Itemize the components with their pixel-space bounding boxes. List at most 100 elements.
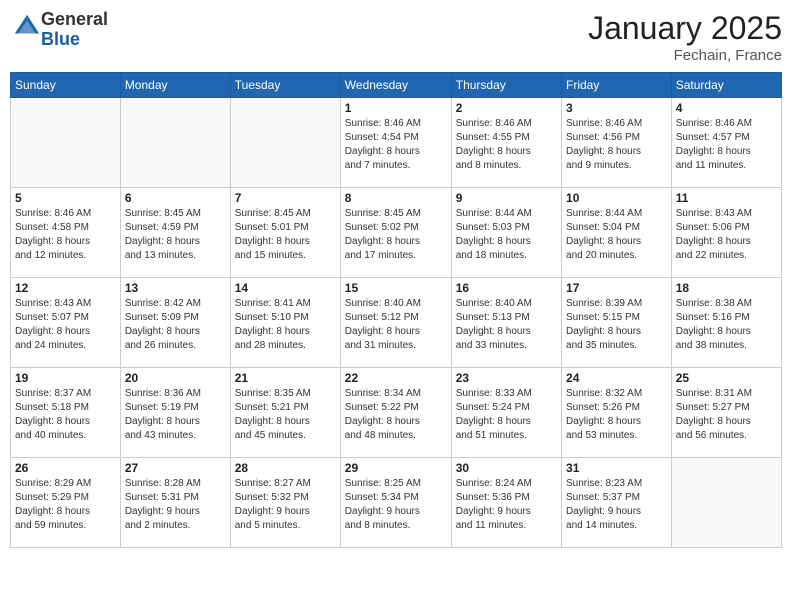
- day-cell: 8 Sunrise: 8:45 AM Sunset: 5:02 PM Daylig…: [340, 188, 451, 278]
- week-row-3: 12Sunrise: 8:43 AM Sunset: 5:07 PM Dayli…: [11, 278, 782, 368]
- day-number: 9: [456, 191, 557, 205]
- location-title: Fechain, France: [588, 47, 782, 64]
- day-info: Sunrise: 8:34 AM Sunset: 5:22 PM Dayligh…: [345, 387, 447, 443]
- day-info: Sunrise: 8:46 AM Sunset: 4:57 PM Dayligh…: [676, 117, 777, 173]
- day-cell: 6 Sunrise: 8:45 AM Sunset: 4:59 PM Daylig…: [120, 188, 230, 278]
- day-cell: 12Sunrise: 8:43 AM Sunset: 5:07 PM Dayli…: [11, 278, 121, 368]
- logo: General Blue: [10, 10, 108, 50]
- day-cell: 1 Sunrise: 8:46 AM Sunset: 4:54 PM Daylig…: [340, 98, 451, 188]
- day-number: 20: [125, 371, 226, 385]
- day-number: 31: [566, 461, 667, 475]
- day-number: 30: [456, 461, 557, 475]
- day-number: 26: [15, 461, 116, 475]
- day-info: Sunrise: 8:44 AM Sunset: 5:03 PM Dayligh…: [456, 207, 557, 263]
- day-number: 8: [345, 191, 447, 205]
- logo-icon: [13, 13, 41, 41]
- day-info: Sunrise: 8:40 AM Sunset: 5:13 PM Dayligh…: [456, 297, 557, 353]
- day-info: Sunrise: 8:36 AM Sunset: 5:19 PM Dayligh…: [125, 387, 226, 443]
- day-info: Sunrise: 8:25 AM Sunset: 5:34 PM Dayligh…: [345, 477, 447, 533]
- day-info: Sunrise: 8:27 AM Sunset: 5:32 PM Dayligh…: [235, 477, 336, 533]
- day-cell: [230, 98, 340, 188]
- day-number: 19: [15, 371, 116, 385]
- day-cell: 13 Sunrise: 8:42 AM Sunset: 5:09 PM Dayli…: [120, 278, 230, 368]
- day-info: Sunrise: 8:46 AM Sunset: 4:54 PM Dayligh…: [345, 117, 447, 173]
- weekday-thursday: Thursday: [451, 73, 561, 98]
- day-info: Sunrise: 8:43 AM Sunset: 5:06 PM Dayligh…: [676, 207, 777, 263]
- weekday-monday: Monday: [120, 73, 230, 98]
- logo-blue-text: Blue: [41, 29, 80, 49]
- day-cell: 29Sunrise: 8:25 AM Sunset: 5:34 PM Dayli…: [340, 458, 451, 548]
- day-cell: 2 Sunrise: 8:46 AM Sunset: 4:55 PM Daylig…: [451, 98, 561, 188]
- day-number: 11: [676, 191, 777, 205]
- weekday-saturday: Saturday: [671, 73, 781, 98]
- day-info: Sunrise: 8:39 AM Sunset: 5:15 PM Dayligh…: [566, 297, 667, 353]
- day-info: Sunrise: 8:45 AM Sunset: 5:02 PM Dayligh…: [345, 207, 447, 263]
- day-info: Sunrise: 8:46 AM Sunset: 4:56 PM Dayligh…: [566, 117, 667, 173]
- day-number: 23: [456, 371, 557, 385]
- day-cell: 10 Sunrise: 8:44 AM Sunset: 5:04 PM Dayli…: [562, 188, 672, 278]
- day-info: Sunrise: 8:31 AM Sunset: 5:27 PM Dayligh…: [676, 387, 777, 443]
- day-cell: 19 Sunrise: 8:37 AM Sunset: 5:18 PM Dayli…: [11, 368, 121, 458]
- day-number: 6: [125, 191, 226, 205]
- day-number: 5: [15, 191, 116, 205]
- weekday-header-row: SundayMondayTuesdayWednesdayThursdayFrid…: [11, 73, 782, 98]
- day-info: Sunrise: 8:45 AM Sunset: 5:01 PM Dayligh…: [235, 207, 336, 263]
- day-number: 13: [125, 281, 226, 295]
- day-number: 3: [566, 101, 667, 115]
- day-cell: 14Sunrise: 8:41 AM Sunset: 5:10 PM Dayli…: [230, 278, 340, 368]
- week-row-1: 1 Sunrise: 8:46 AM Sunset: 4:54 PM Daylig…: [11, 98, 782, 188]
- day-info: Sunrise: 8:32 AM Sunset: 5:26 PM Dayligh…: [566, 387, 667, 443]
- day-number: 28: [235, 461, 336, 475]
- day-number: 7: [235, 191, 336, 205]
- day-cell: 24Sunrise: 8:32 AM Sunset: 5:26 PM Dayli…: [562, 368, 672, 458]
- day-cell: 17 Sunrise: 8:39 AM Sunset: 5:15 PM Dayli…: [562, 278, 672, 368]
- week-row-2: 5 Sunrise: 8:46 AM Sunset: 4:58 PM Daylig…: [11, 188, 782, 278]
- month-title: January 2025: [588, 10, 782, 47]
- day-cell: 5 Sunrise: 8:46 AM Sunset: 4:58 PM Daylig…: [11, 188, 121, 278]
- day-cell: 3 Sunrise: 8:46 AM Sunset: 4:56 PM Daylig…: [562, 98, 672, 188]
- day-cell: [120, 98, 230, 188]
- day-number: 18: [676, 281, 777, 295]
- day-number: 15: [345, 281, 447, 295]
- day-info: Sunrise: 8:41 AM Sunset: 5:10 PM Dayligh…: [235, 297, 336, 353]
- day-cell: 25 Sunrise: 8:31 AM Sunset: 5:27 PM Dayli…: [671, 368, 781, 458]
- page: General Blue January 2025 Fechain, Franc…: [0, 0, 792, 612]
- weekday-tuesday: Tuesday: [230, 73, 340, 98]
- day-number: 16: [456, 281, 557, 295]
- day-cell: 9 Sunrise: 8:44 AM Sunset: 5:03 PM Daylig…: [451, 188, 561, 278]
- day-cell: 11 Sunrise: 8:43 AM Sunset: 5:06 PM Dayli…: [671, 188, 781, 278]
- day-number: 17: [566, 281, 667, 295]
- day-info: Sunrise: 8:42 AM Sunset: 5:09 PM Dayligh…: [125, 297, 226, 353]
- day-cell: 21Sunrise: 8:35 AM Sunset: 5:21 PM Dayli…: [230, 368, 340, 458]
- day-number: 4: [676, 101, 777, 115]
- day-info: Sunrise: 8:45 AM Sunset: 4:59 PM Dayligh…: [125, 207, 226, 263]
- day-cell: 31 Sunrise: 8:23 AM Sunset: 5:37 PM Dayli…: [562, 458, 672, 548]
- calendar-table: SundayMondayTuesdayWednesdayThursdayFrid…: [10, 72, 782, 548]
- day-info: Sunrise: 8:46 AM Sunset: 4:55 PM Dayligh…: [456, 117, 557, 173]
- day-number: 22: [345, 371, 447, 385]
- day-cell: 4 Sunrise: 8:46 AM Sunset: 4:57 PM Daylig…: [671, 98, 781, 188]
- day-info: Sunrise: 8:44 AM Sunset: 5:04 PM Dayligh…: [566, 207, 667, 263]
- title-block: January 2025 Fechain, France: [588, 10, 782, 64]
- day-number: 10: [566, 191, 667, 205]
- day-cell: 22 Sunrise: 8:34 AM Sunset: 5:22 PM Dayli…: [340, 368, 451, 458]
- weekday-sunday: Sunday: [11, 73, 121, 98]
- day-info: Sunrise: 8:35 AM Sunset: 5:21 PM Dayligh…: [235, 387, 336, 443]
- logo-general-text: General: [41, 9, 108, 29]
- day-number: 2: [456, 101, 557, 115]
- day-info: Sunrise: 8:23 AM Sunset: 5:37 PM Dayligh…: [566, 477, 667, 533]
- day-cell: [671, 458, 781, 548]
- day-number: 25: [676, 371, 777, 385]
- weekday-friday: Friday: [562, 73, 672, 98]
- day-info: Sunrise: 8:43 AM Sunset: 5:07 PM Dayligh…: [15, 297, 116, 353]
- week-row-5: 26Sunrise: 8:29 AM Sunset: 5:29 PM Dayli…: [11, 458, 782, 548]
- day-number: 1: [345, 101, 447, 115]
- day-cell: 26Sunrise: 8:29 AM Sunset: 5:29 PM Dayli…: [11, 458, 121, 548]
- day-info: Sunrise: 8:46 AM Sunset: 4:58 PM Dayligh…: [15, 207, 116, 263]
- day-cell: 28 Sunrise: 8:27 AM Sunset: 5:32 PM Dayli…: [230, 458, 340, 548]
- day-cell: 16 Sunrise: 8:40 AM Sunset: 5:13 PM Dayli…: [451, 278, 561, 368]
- day-info: Sunrise: 8:37 AM Sunset: 5:18 PM Dayligh…: [15, 387, 116, 443]
- header: General Blue January 2025 Fechain, Franc…: [10, 10, 782, 64]
- day-info: Sunrise: 8:38 AM Sunset: 5:16 PM Dayligh…: [676, 297, 777, 353]
- day-info: Sunrise: 8:40 AM Sunset: 5:12 PM Dayligh…: [345, 297, 447, 353]
